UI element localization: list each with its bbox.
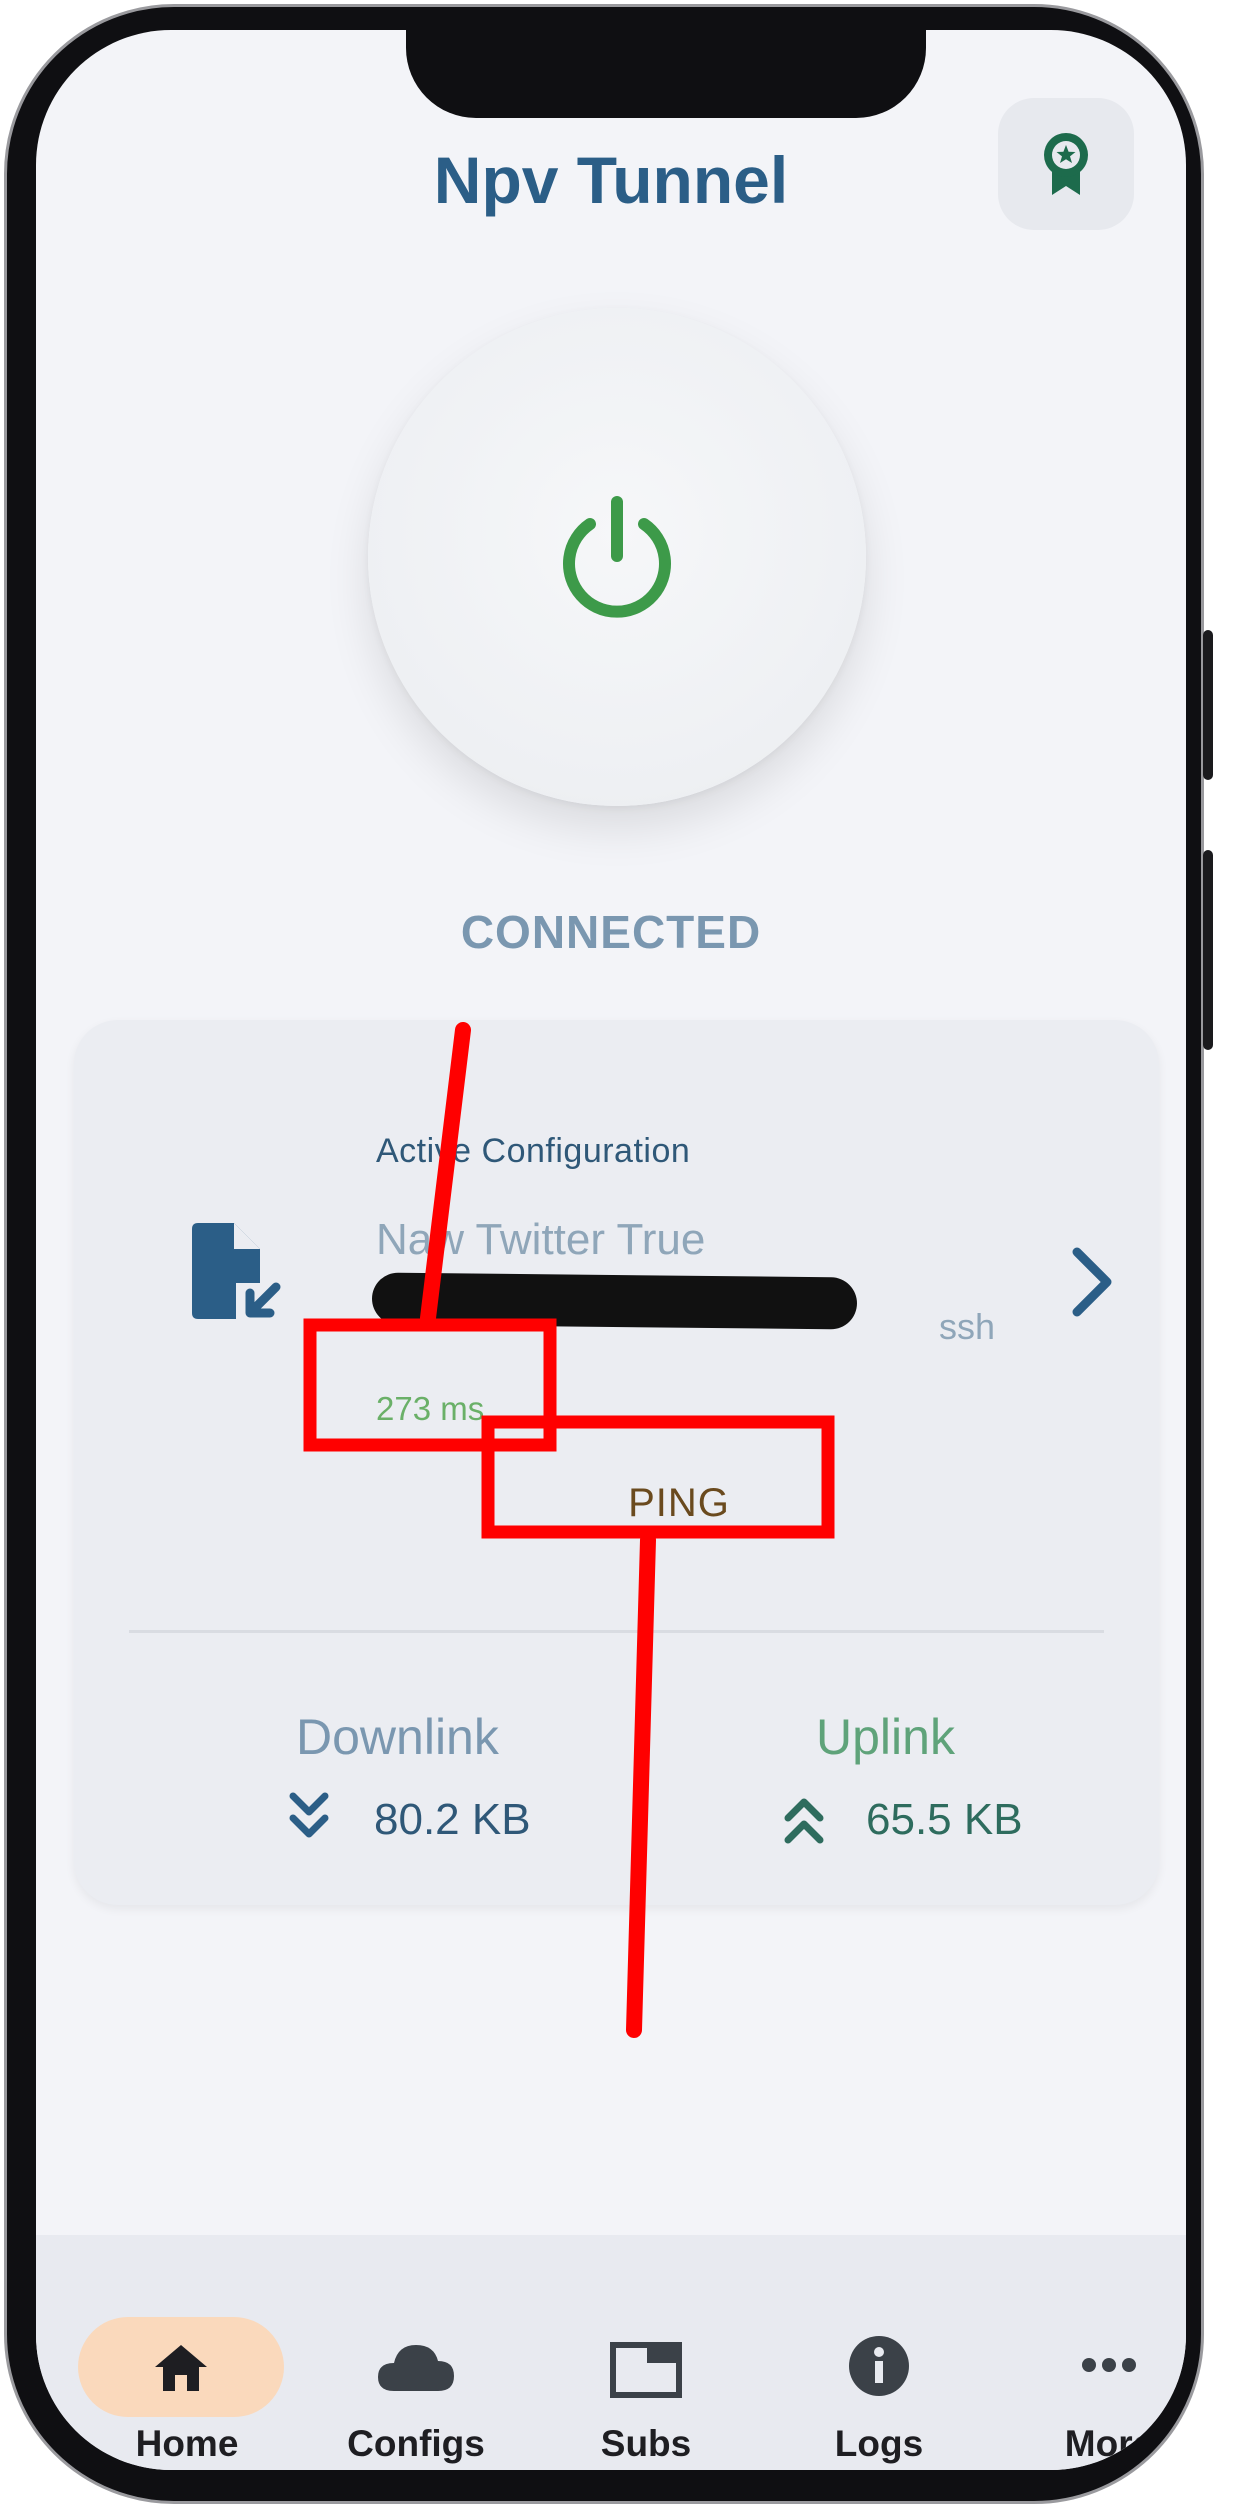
nav-label-subs: Subs — [600, 2423, 692, 2464]
phone-side-button — [1203, 850, 1213, 1050]
file-import-icon — [192, 1223, 281, 1319]
ping-value: 273 ms — [376, 1390, 485, 1427]
nav-label-home: Home — [135, 2423, 239, 2464]
downlink-label: Downlink — [296, 1709, 499, 1765]
cloud-icon — [378, 2345, 454, 2391]
config-name: Naw Twitter True — [376, 1215, 706, 1264]
double-chevron-down-icon — [289, 1792, 329, 1838]
window-icon — [610, 2342, 682, 2398]
double-chevron-up-icon — [784, 1798, 824, 1844]
uplink-label: Uplink — [816, 1709, 955, 1765]
more-icon — [1082, 2358, 1136, 2372]
uplink-value: 65.5 KB — [866, 1795, 1023, 1844]
nav-label-logs: Logs — [834, 2423, 924, 2464]
award-button[interactable] — [998, 98, 1134, 230]
downlink-value: 80.2 KB — [374, 1795, 531, 1844]
ping-button[interactable]: PING — [504, 1448, 854, 1558]
nav-item-configs[interactable]: Configs — [301, 2235, 531, 2470]
nav-label-configs: Configs — [347, 2423, 485, 2464]
chevron-right-icon[interactable] — [1057, 1242, 1127, 1322]
home-icon — [155, 2345, 207, 2391]
info-icon — [849, 2336, 909, 2396]
power-button[interactable] — [368, 308, 866, 806]
award-icon — [1044, 133, 1088, 195]
phone-side-button — [1203, 630, 1213, 780]
nav-item-home[interactable]: Home — [36, 2235, 284, 2470]
redaction-scribble — [371, 1272, 858, 1330]
power-icon — [563, 496, 671, 618]
nav-item-more[interactable]: More — [994, 2235, 1186, 2470]
active-config-label: Active Configuration — [376, 1132, 691, 1170]
connection-status: CONNECTED — [460, 906, 762, 958]
app-screen: Npv Tunnel CONNECTED Active Configuratio… — [36, 30, 1186, 2470]
active-config-card: Active Configuration Naw Twitter True ss… — [74, 1020, 1159, 1905]
nav-item-subs[interactable]: Subs — [531, 2235, 761, 2470]
config-type: ssh — [939, 1306, 996, 1347]
nav-item-logs[interactable]: Logs — [764, 2235, 994, 2470]
phone-notch — [406, 30, 926, 118]
bottom-nav: Home Configs Subs Logs More — [36, 2235, 1186, 2470]
nav-label-more: More — [1064, 2423, 1154, 2464]
card-divider — [129, 1630, 1104, 1633]
